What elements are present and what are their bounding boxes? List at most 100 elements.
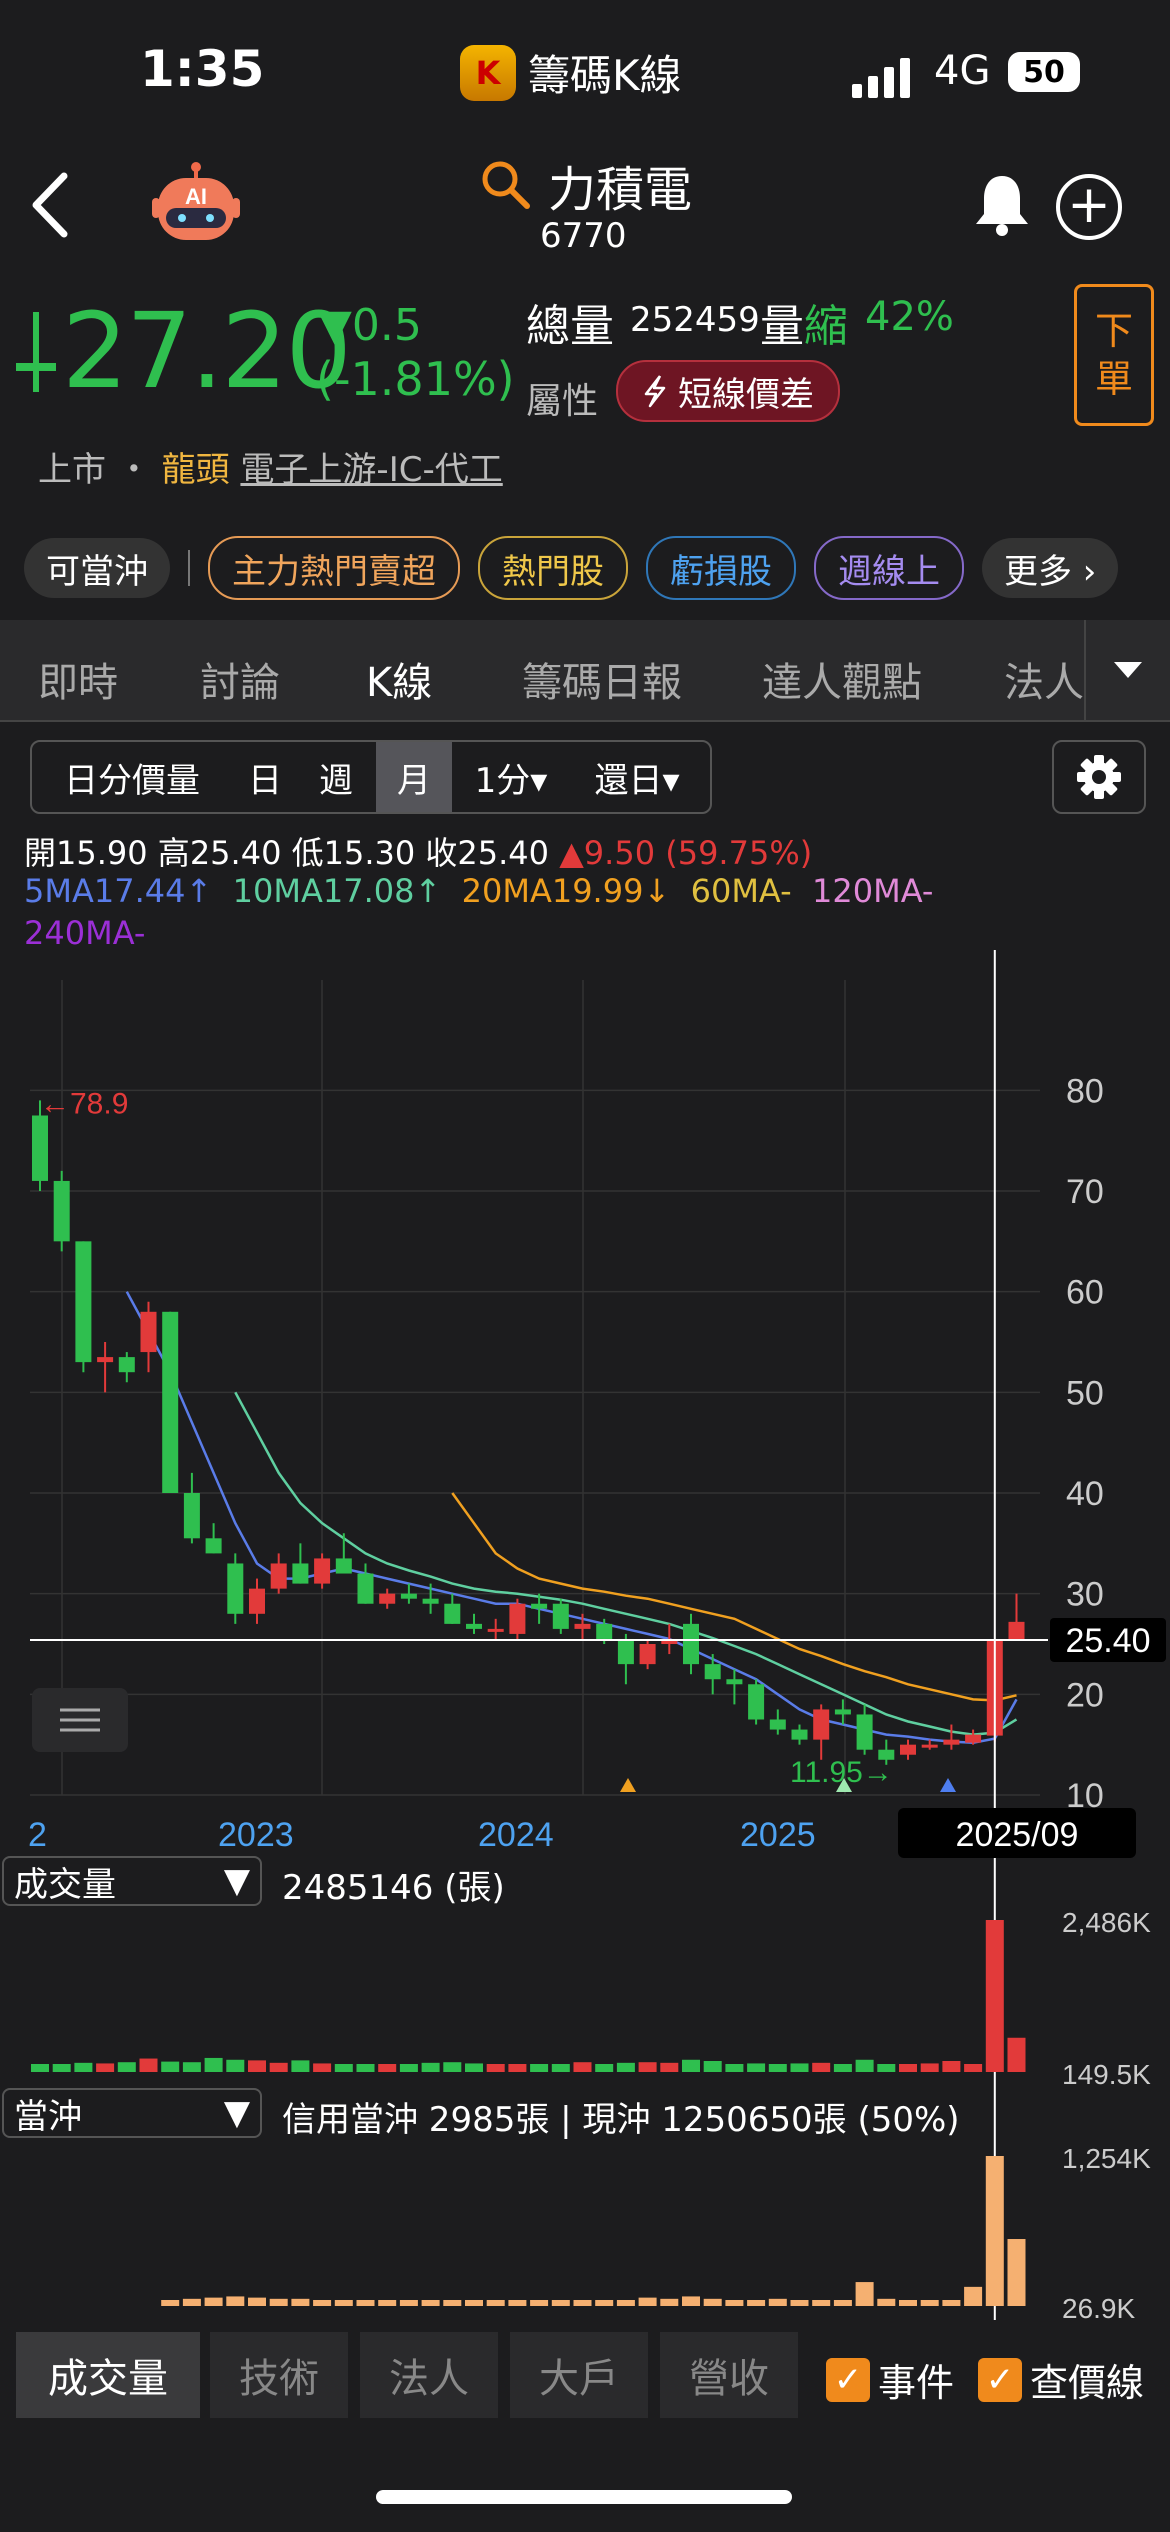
volume-bar	[291, 2060, 310, 2072]
high-label: 高	[157, 834, 190, 872]
tab-kline[interactable]: K線	[366, 650, 432, 708]
volume-label: 總量	[526, 301, 614, 352]
volume-bar	[855, 2059, 874, 2072]
main-tabs: 即時 討論 K線 籌碼日報 達人觀點 法人	[0, 620, 1170, 722]
daytrade-panel-header: 當沖 ▼ 信用當沖 2985張 | 現沖 1250650張 (50%)	[0, 2088, 1170, 2140]
attribute-badge[interactable]: 短線價差	[616, 360, 840, 422]
candle-body	[400, 1593, 417, 1599]
price-change: ▼0.5	[318, 300, 422, 351]
daytrade-bar	[551, 2300, 570, 2306]
tab-realtime[interactable]: 即時	[38, 650, 118, 708]
candle-body	[856, 1714, 873, 1750]
daytrade-bar	[703, 2298, 722, 2306]
ma10-legend: 10MA17.08↑	[232, 872, 442, 910]
volume-bar	[812, 2062, 831, 2072]
daytrade-bar	[920, 2300, 939, 2306]
back-icon[interactable]	[28, 170, 72, 240]
home-indicator[interactable]	[376, 2490, 792, 2504]
candle-body	[227, 1563, 244, 1614]
daytrade-bar	[877, 2298, 896, 2306]
volume-panel-header: 成交量 ▼ 2485146 (張)	[0, 1856, 1170, 1908]
volume-indicator-select[interactable]: 成交量 ▼	[2, 1856, 262, 1906]
volume-bar	[790, 2063, 809, 2072]
period-intraday[interactable]: 日分價量	[32, 742, 232, 812]
y-tick-label: 60	[1066, 1274, 1104, 1312]
candle-body	[292, 1563, 309, 1584]
daytrade-bar	[291, 2298, 310, 2306]
attribute-badge-label: 短線價差	[678, 374, 814, 415]
daytrade-indicator-select[interactable]: 當沖 ▼	[2, 2088, 262, 2138]
market-board: 上市	[38, 450, 106, 490]
daytrade-bar	[421, 2300, 440, 2306]
daytrade-bar	[682, 2296, 700, 2306]
status-app: K 籌碼K線	[460, 42, 682, 103]
candle-body	[639, 1644, 656, 1665]
candle-body	[531, 1603, 548, 1609]
btab-revenue[interactable]: 營收	[660, 2332, 798, 2418]
volume-select-label: 成交量	[14, 1864, 116, 1905]
btab-major-holder[interactable]: 大戶	[510, 2332, 648, 2418]
volume-bar	[682, 2059, 700, 2072]
high-value: 25.40	[189, 834, 282, 872]
daytrade-bar	[747, 2300, 766, 2306]
period-month[interactable]: 月	[376, 742, 452, 812]
search-icon[interactable]	[480, 159, 532, 211]
candle-body	[335, 1558, 352, 1574]
add-watchlist-button[interactable]: +	[1056, 174, 1122, 240]
daytrade-bar	[530, 2300, 549, 2306]
chevron-down-icon	[1114, 662, 1142, 678]
bell-icon[interactable]	[972, 172, 1032, 236]
industry-link[interactable]: 電子上游-IC-代工	[240, 450, 502, 490]
period-minute[interactable]: 1分▾	[456, 742, 566, 812]
tag-main-force[interactable]: 主力熱門賣超	[208, 536, 460, 600]
daytrade-bar	[833, 2300, 852, 2306]
event-checkbox[interactable]: ✓ 事件	[826, 2352, 954, 2407]
period-adjust[interactable]: 還日▾	[572, 742, 702, 812]
ai-robot-icon[interactable]: AI	[150, 162, 242, 244]
candle-body	[813, 1709, 830, 1740]
market-info: 上市 ・ 龍頭 電子上游-IC-代工	[38, 442, 503, 491]
daytrade-bar	[356, 2300, 375, 2306]
ma60-legend: 60MA-	[690, 872, 792, 910]
low-value: 15.30	[323, 834, 416, 872]
event-marker	[940, 1778, 956, 1792]
settings-button[interactable]	[1052, 740, 1146, 814]
daytrade-bar	[399, 2300, 418, 2306]
tab-institutional[interactable]: 法人	[1004, 650, 1084, 708]
volume-pct: 42%	[865, 294, 954, 340]
tab-overflow-button[interactable]	[1084, 620, 1170, 720]
tag-daytrade[interactable]: 可當沖	[24, 538, 170, 598]
tag-more-button[interactable]: 更多 ›	[982, 538, 1119, 598]
volume-bar	[443, 2062, 462, 2072]
period-day[interactable]: 日	[232, 742, 298, 812]
candle-body	[509, 1603, 526, 1634]
tab-expert[interactable]: 達人觀點	[762, 650, 922, 708]
tag-hot[interactable]: 熱門股	[478, 536, 628, 600]
btab-technical[interactable]: 技術	[210, 2332, 348, 2418]
volume-bar	[204, 2057, 223, 2072]
volume-bar	[399, 2064, 418, 2072]
tab-discussion[interactable]: 討論	[200, 650, 280, 708]
period-week[interactable]: 週	[298, 742, 374, 812]
tag-weekly[interactable]: 週線上	[814, 536, 964, 600]
ai-badge-text: AI	[185, 184, 207, 209]
tag-divider	[188, 550, 190, 586]
tab-chip-daily[interactable]: 籌碼日報	[522, 650, 682, 708]
candle-body	[791, 1729, 808, 1740]
candle-body	[574, 1623, 591, 1629]
candle-body	[314, 1558, 331, 1584]
gear-icon	[1077, 755, 1121, 799]
order-button[interactable]: 下 單	[1074, 284, 1154, 426]
app-logo-icon: K	[460, 44, 516, 101]
volume-bar	[486, 2064, 505, 2072]
price-line-checkbox[interactable]: ✓ 查價線	[978, 2352, 1144, 2407]
candle-body	[422, 1598, 439, 1604]
volume-bar	[833, 2064, 852, 2072]
btab-institutional[interactable]: 法人	[360, 2332, 498, 2418]
order-button-label-1: 下	[1094, 309, 1133, 353]
volume-bar	[248, 2060, 266, 2072]
tag-loss[interactable]: 虧損股	[646, 536, 796, 600]
btab-volume[interactable]: 成交量	[16, 2332, 200, 2418]
stock-title[interactable]: 力積電	[480, 150, 692, 220]
volume-bar	[52, 2064, 71, 2072]
